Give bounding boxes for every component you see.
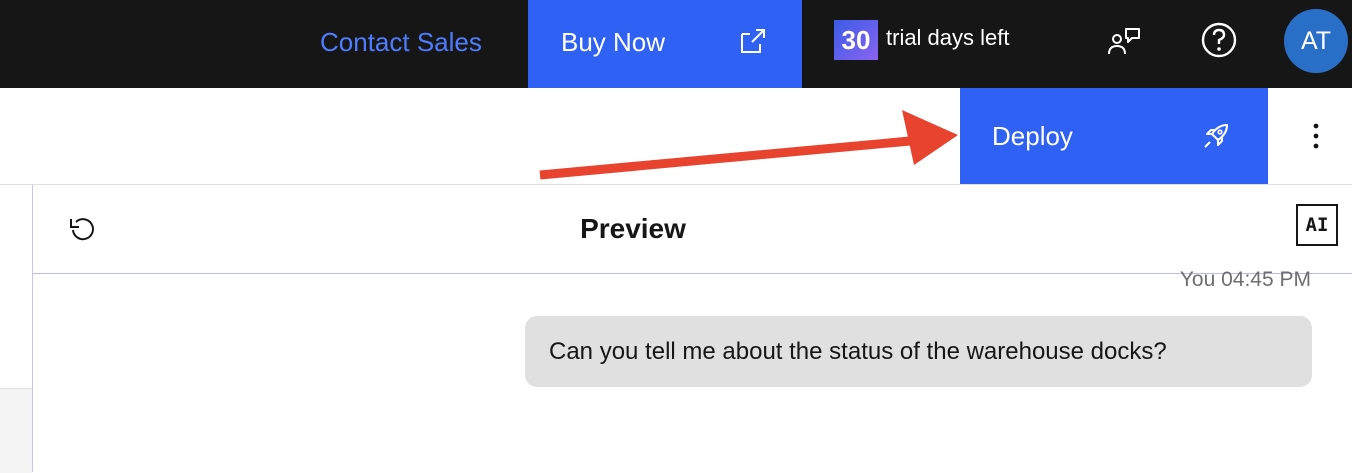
ai-label-badge[interactable]: AI	[1296, 204, 1338, 246]
overflow-menu-icon[interactable]	[1296, 116, 1336, 156]
top-navigation-bar: Contact Sales Buy Now 30 trial days left…	[0, 0, 1352, 88]
buy-now-button[interactable]: Buy Now	[528, 0, 802, 88]
contact-sales-link[interactable]: Contact Sales	[320, 22, 482, 62]
rocket-icon	[1204, 124, 1228, 148]
trial-days-badge: 30	[834, 20, 878, 60]
launch-icon	[741, 29, 765, 53]
deploy-label: Deploy	[992, 121, 1073, 151]
message-sender-time: You 04:45 PM	[1179, 268, 1311, 291]
left-panel-footer	[0, 388, 32, 473]
preview-header: Preview AI	[33, 185, 1352, 274]
user-message-bubble: Can you tell me about the status of the …	[525, 316, 1312, 387]
deploy-button[interactable]: Deploy	[960, 88, 1268, 184]
annotation-arrow	[539, 110, 958, 180]
trial-days-label: trial days left	[886, 25, 1010, 50]
user-chat-icon[interactable]	[1104, 22, 1144, 62]
help-icon[interactable]	[1199, 20, 1239, 60]
user-avatar[interactable]: AT	[1284, 9, 1348, 73]
preview-panel: Preview AI You 04:45 PM Can you tell me …	[32, 185, 1352, 472]
preview-title: Preview	[580, 213, 686, 244]
buy-now-label: Buy Now	[561, 27, 666, 57]
